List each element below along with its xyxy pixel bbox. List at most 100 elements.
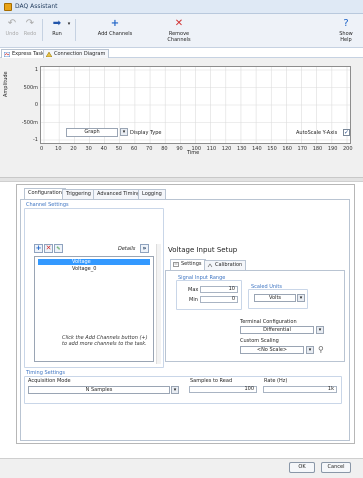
chevron-down-icon: ▾ [173,387,177,393]
min-input[interactable]: 0 [200,296,238,303]
max-input[interactable]: 10 [200,286,238,293]
plus-icon: + [110,18,120,29]
x-tick-label: 200 [343,146,353,152]
y-tick-label: 500m [23,84,38,91]
x-tick-label: 190 [327,146,338,152]
x-tick-label: 170 [297,146,308,152]
min-label: Min [189,297,198,303]
terminal-configuration-select[interactable]: Differential [240,326,314,334]
remove-channels-button[interactable]: ✕ Remove Channels [157,17,201,45]
samples-to-read-input[interactable]: 100 [189,386,257,393]
tab-logging[interactable]: Logging [138,189,166,199]
graph-type-select[interactable]: Graph [66,128,118,137]
tab-settings[interactable]: Settings [170,259,206,270]
settings-icon [173,262,179,267]
chevron-down-icon: ▾ [308,347,312,353]
custom-scaling-select[interactable]: <No Scale> [240,346,304,354]
run-arrow-icon: ➡ [52,18,62,29]
channel-panel-scrollbar[interactable] [156,244,161,364]
x-tick-label: 80 [161,146,168,152]
view-tabs: Express Task Connection Diagram [0,48,363,58]
x-tick-label: 150 [267,146,277,152]
undo-icon: ↶ [7,18,17,29]
connection-diagram-icon [46,52,52,57]
x-tick-label: 90 [176,146,183,152]
double-chevron-right-icon: » [142,245,147,252]
max-label: Max [188,287,199,293]
remove-x-icon: ✕ [45,244,52,252]
x-tick-label: 40 [100,146,107,152]
scaled-units-dropdown-arrow[interactable]: ▾ [297,294,305,302]
details-expand-button[interactable]: » [140,244,149,253]
x-tick-label: 130 [236,146,247,152]
checkmark-icon: ✓ [344,129,350,136]
calibration-icon [207,263,213,268]
toolbar-separator [42,19,43,41]
samples-to-read-label: Samples to Read [190,378,233,384]
x-tick-label: 60 [130,146,138,152]
help-icon: ? [343,18,349,29]
ok-button[interactable]: OK [289,462,315,473]
list-item-voltage-0[interactable]: Voltage_0 [38,266,150,272]
cancel-button[interactable]: Cancel [321,462,351,473]
express-task-icon [4,52,10,57]
x-tick-label: 180 [312,146,323,152]
y-tick-label: 0 [34,102,38,108]
rate-label: Rate (Hz) [264,378,288,384]
title-bar: DAQ Assistant [0,0,363,14]
y-tick-label: 1 [34,67,38,73]
channel-edit-icon: ✎ [56,246,61,252]
chevron-down-icon: ▾ [122,129,126,135]
undo-button[interactable]: ↶ Undo [4,17,20,45]
tab-calibration[interactable]: Calibration [204,260,247,270]
autoscale-checkbox[interactable]: ✓ [343,129,350,136]
acquisition-mode-label: Acquisition Mode [28,378,71,384]
window-title: DAQ Assistant [15,3,58,10]
details-label: Details [118,246,136,252]
redo-button[interactable]: ↷ Redo [22,17,38,45]
y-tick-label: -500m [21,119,38,126]
x-tick-label: 30 [85,146,92,152]
tab-triggering[interactable]: Triggering [62,189,95,199]
x-tick-label: 50 [115,146,123,152]
x-tick-label: 140 [252,146,262,152]
channel-properties-button[interactable]: ✎ [54,244,63,253]
terminal-configuration-dropdown-arrow[interactable]: ▾ [316,326,324,334]
y-axis-label: Amplitude [3,71,9,97]
terminal-configuration-label: Terminal Configuration [240,319,297,325]
add-channel-button[interactable]: + [34,244,43,253]
x-tick-label: 110 [206,146,217,152]
voltage-input-setup-title: Voltage Input Setup [168,246,238,254]
display-type-dropdown-arrow[interactable]: ▾ [120,128,128,136]
rate-input[interactable]: 1k [263,386,337,393]
y-tick-label: -1 [33,137,38,143]
panel-splitter[interactable] [0,178,363,182]
plus-icon: + [35,244,42,252]
list-item-voltage[interactable]: Voltage [38,259,150,265]
signal-input-range-box [176,280,242,310]
x-tick-label: 10 [55,146,62,152]
run-button[interactable]: ➡ Run [48,17,66,45]
scaled-units-select[interactable]: Volts [254,294,296,302]
tab-express-task[interactable]: Express Task [1,49,48,58]
remove-x-icon: ✕ [174,18,184,29]
tab-advanced-timing[interactable]: Advanced Timing [93,189,145,199]
x-tick-label: 70 [146,146,153,152]
x-tick-label: 0 [40,146,44,152]
remove-channel-button[interactable]: ✕ [44,244,53,253]
autoscale-label: AutoScale Y-Axis [296,130,338,136]
create-scale-icon[interactable]: ⚲ [318,345,326,355]
channel-toolbar: + ✕ ✎ Details » [34,244,154,254]
run-dropdown[interactable]: ▾ [66,17,72,45]
show-help-button[interactable]: ? Show Help [333,17,359,45]
tab-connection-diagram[interactable]: Connection Diagram [43,49,110,58]
add-channels-button[interactable]: + Add Channels [95,17,135,45]
custom-scaling-dropdown-arrow[interactable]: ▾ [306,346,314,354]
add-channels-hint: Click the Add Channels button (+) to add… [62,335,148,347]
tab-configuration[interactable]: Configuration [24,188,66,199]
daq-app-icon [4,3,12,11]
chevron-down-icon: ▾ [299,295,303,301]
acquisition-mode-dropdown-arrow[interactable]: ▾ [171,386,179,394]
acquisition-mode-select[interactable]: N Samples [28,386,170,394]
x-tick-label: 20 [70,146,77,152]
